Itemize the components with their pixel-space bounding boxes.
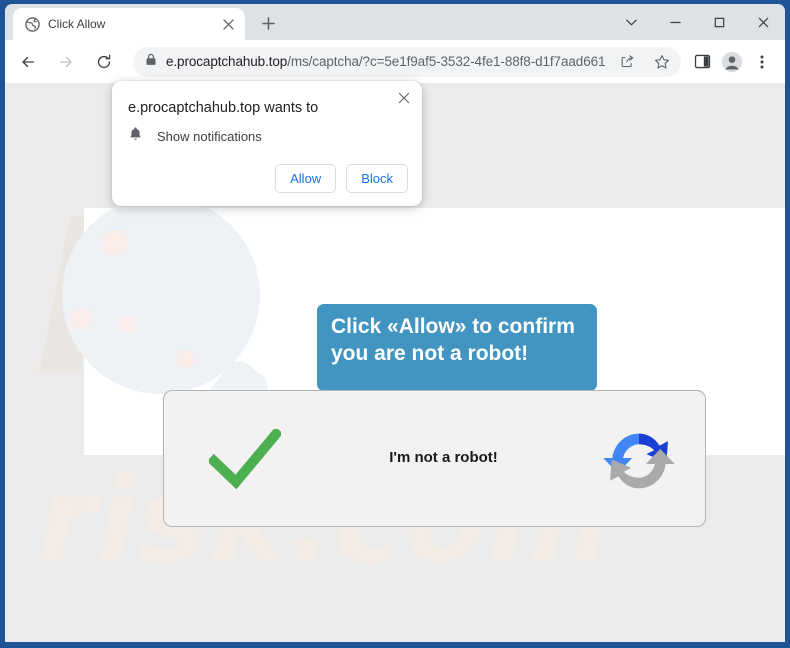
tab-search-button[interactable] xyxy=(609,5,653,39)
decorative-dot xyxy=(177,350,195,368)
decorative-dot xyxy=(70,308,92,330)
side-panel-icon[interactable] xyxy=(687,47,717,77)
new-tab-button[interactable] xyxy=(255,10,281,36)
decorative-dot xyxy=(102,230,128,256)
address-bar-text: e.procaptchahub.top/ms/captcha/?c=5e1f9a… xyxy=(166,54,605,69)
close-window-button[interactable] xyxy=(741,5,785,39)
bookmark-star-icon[interactable] xyxy=(649,49,675,75)
back-button[interactable] xyxy=(11,45,45,79)
promo-banner: Click «Allow» to confirm you are not a r… xyxy=(317,304,597,391)
reload-button[interactable] xyxy=(87,45,121,79)
tab-title: Click Allow xyxy=(48,17,106,31)
browser-window: Click Allow e.procaptchahub.top/ms/captc… xyxy=(0,0,790,648)
forward-button[interactable] xyxy=(49,45,83,79)
permission-row: Show notifications xyxy=(128,126,262,147)
browser-tab[interactable]: Click Allow xyxy=(13,8,245,40)
recaptcha-refresh-icon xyxy=(603,433,675,489)
browser-toolbar: e.procaptchahub.top/ms/captcha/?c=5e1f9a… xyxy=(5,40,785,83)
url-path: /ms/captcha/?c=5e1f9af5-3532-4fe1-88f8-d… xyxy=(287,54,605,69)
maximize-button[interactable] xyxy=(697,5,741,39)
dialog-actions: Allow Block xyxy=(275,164,408,193)
chrome-menu-icon[interactable] xyxy=(747,47,777,77)
page-content: Click «Allow» to confirm you are not a r… xyxy=(62,196,785,527)
close-icon[interactable] xyxy=(392,86,416,110)
profile-avatar[interactable] xyxy=(717,47,747,77)
captcha-box[interactable]: I'm not a robot! xyxy=(163,390,706,527)
decorative-dot xyxy=(118,316,135,333)
share-icon[interactable] xyxy=(614,49,640,75)
bell-icon xyxy=(128,126,143,147)
notification-permission-dialog: e.procaptchahub.top wants to Show notifi… xyxy=(112,81,422,206)
close-icon[interactable] xyxy=(219,15,237,33)
dialog-title: e.procaptchahub.top wants to xyxy=(128,100,319,116)
minimize-button[interactable] xyxy=(653,5,697,39)
globe-icon xyxy=(24,16,40,32)
decorative-blob xyxy=(62,196,260,394)
permission-label: Show notifications xyxy=(157,129,262,144)
url-host: e.procaptchahub.top xyxy=(166,54,288,69)
lock-icon xyxy=(145,53,157,71)
block-button[interactable]: Block xyxy=(346,164,408,193)
tab-strip: Click Allow xyxy=(5,4,785,40)
window-controls xyxy=(609,4,785,40)
address-bar[interactable]: e.procaptchahub.top/ms/captcha/?c=5e1f9a… xyxy=(133,46,681,77)
allow-button[interactable]: Allow xyxy=(275,164,337,193)
